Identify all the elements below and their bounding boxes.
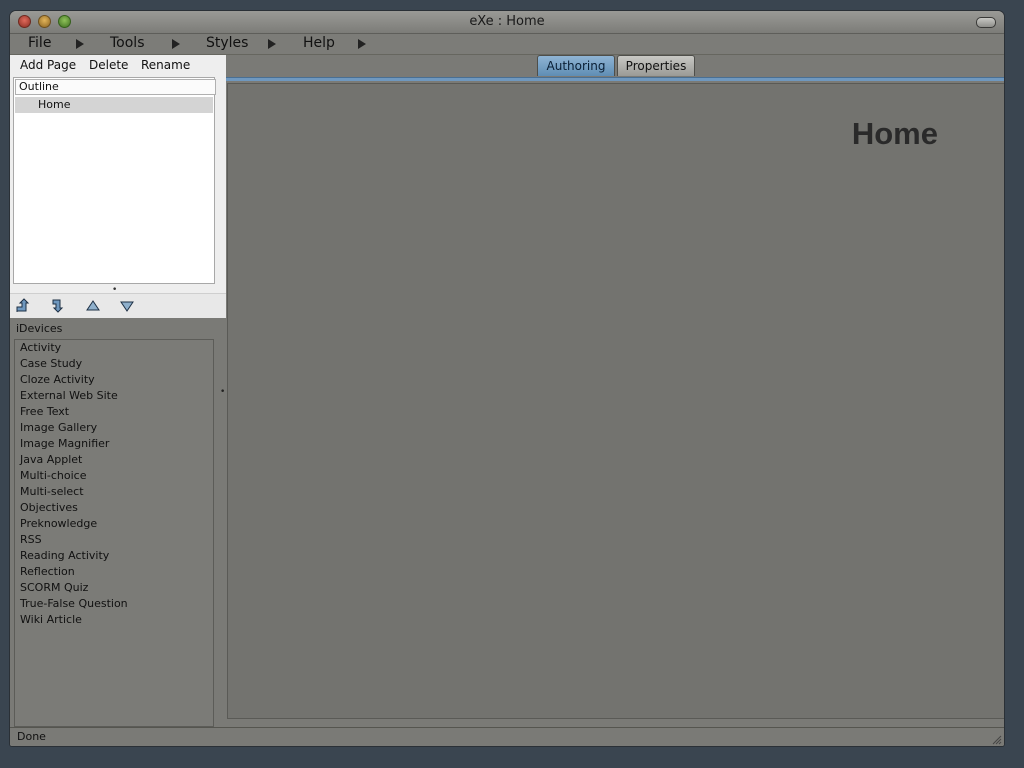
tab-properties[interactable]: Properties <box>617 55 695 76</box>
menu-file-arrow-icon <box>76 39 84 49</box>
idevice-item[interactable]: Case Study <box>20 356 82 372</box>
idevice-item[interactable]: Image Gallery <box>20 420 97 436</box>
outline-header: Outline <box>15 79 216 95</box>
idevice-item[interactable]: SCORM Quiz <box>20 580 88 596</box>
idevice-item[interactable]: Multi-select <box>20 484 84 500</box>
authoring-content: Home <box>227 83 1004 719</box>
add-page-button[interactable]: Add Page <box>20 58 76 72</box>
sidebar-splitter-handle[interactable]: • <box>220 387 225 397</box>
tab-underline <box>226 77 1004 81</box>
app-window: eXe : Home File Tools Styles Help Add Pa… <box>10 11 1004 746</box>
idevice-item[interactable]: Cloze Activity <box>20 372 95 388</box>
menu-styles-arrow-icon <box>268 39 276 49</box>
page-title: Home <box>851 116 938 151</box>
tab-authoring[interactable]: Authoring <box>537 55 615 76</box>
outline-item-home[interactable]: Home <box>15 97 213 113</box>
window-title: eXe : Home <box>469 14 545 29</box>
move-up-icon[interactable] <box>85 298 101 314</box>
demote-page-icon[interactable] <box>51 298 67 314</box>
idevice-item[interactable]: Reflection <box>20 564 75 580</box>
menu-file[interactable]: File <box>28 35 51 51</box>
idevice-item[interactable]: Activity <box>20 340 61 356</box>
promote-page-icon[interactable] <box>15 298 31 314</box>
idevice-item[interactable]: Wiki Article <box>20 612 82 628</box>
toolbar-toggle-button[interactable] <box>976 17 996 28</box>
outline-move-bar <box>10 293 226 318</box>
title-bar: eXe : Home <box>10 11 1004 34</box>
tab-strip: Authoring Properties <box>226 55 1004 79</box>
idevices-label: iDevices <box>16 322 63 335</box>
idevice-item[interactable]: Objectives <box>20 500 78 516</box>
resize-grip-icon[interactable] <box>990 733 1002 745</box>
menu-tools[interactable]: Tools <box>110 35 145 51</box>
idevice-item[interactable]: Image Magnifier <box>20 436 109 452</box>
status-bar: Done <box>10 727 1004 746</box>
outline-panel: Add Page Delete Rename Outline Home • <box>10 55 226 318</box>
idevice-item[interactable]: Multi-choice <box>20 468 86 484</box>
rename-page-button[interactable]: Rename <box>141 58 190 72</box>
menu-tools-arrow-icon <box>172 39 180 49</box>
move-down-icon[interactable] <box>119 298 135 314</box>
menu-bar: File Tools Styles Help <box>10 34 1004 55</box>
outline-tree[interactable]: Outline Home <box>13 77 216 284</box>
idevice-item[interactable]: Reading Activity <box>20 548 109 564</box>
idevice-item[interactable]: Free Text <box>20 404 69 420</box>
status-text: Done <box>17 730 46 743</box>
idevice-item[interactable]: Preknowledge <box>20 516 97 532</box>
idevice-item[interactable]: Java Applet <box>20 452 82 468</box>
menu-help[interactable]: Help <box>303 35 335 51</box>
idevice-item[interactable]: External Web Site <box>20 388 118 404</box>
idevices-list: Activity Case Study Cloze Activity Exter… <box>14 339 214 727</box>
idevice-item[interactable]: True-False Question <box>20 596 128 612</box>
delete-page-button[interactable]: Delete <box>89 58 128 72</box>
outline-item-label: Home <box>38 98 71 111</box>
menu-help-arrow-icon <box>358 39 366 49</box>
idevice-item[interactable]: RSS <box>20 532 42 548</box>
menu-styles[interactable]: Styles <box>206 35 248 51</box>
